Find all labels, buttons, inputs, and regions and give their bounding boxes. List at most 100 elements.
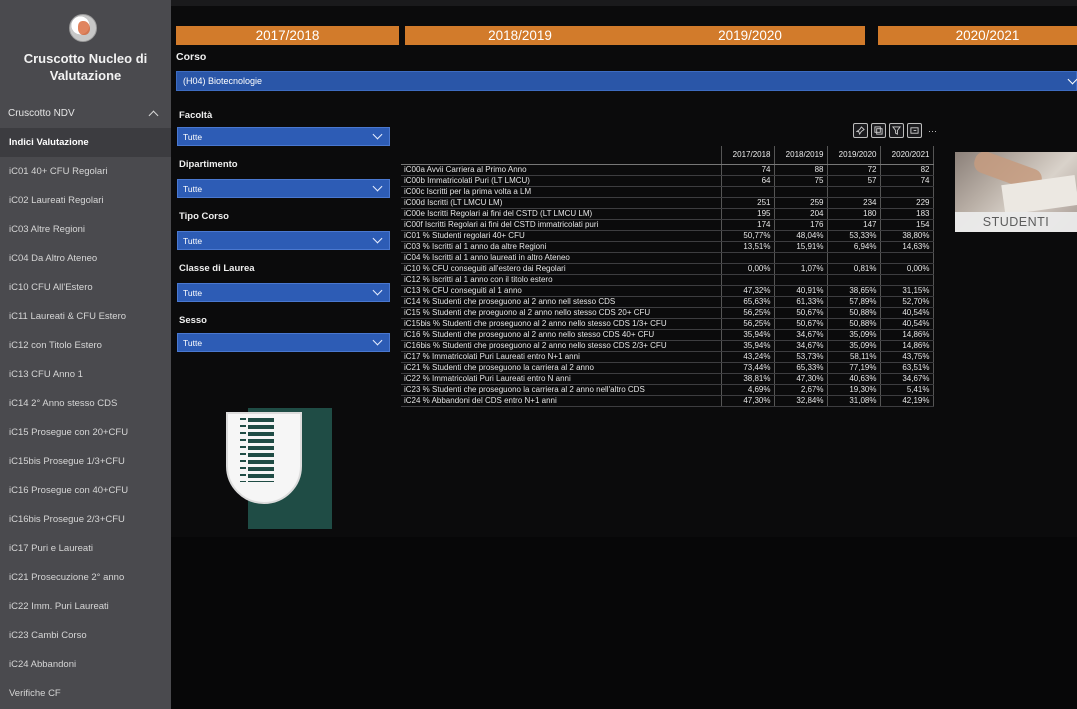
filter-icon[interactable]: [889, 123, 904, 138]
sidebar-section-cruscotto-ndv[interactable]: Cruscotto NDV: [0, 103, 171, 123]
table-cell: 34,67%: [774, 340, 828, 352]
table-cell: 6,94%: [827, 241, 881, 253]
table-cell: 50,67%: [774, 307, 828, 319]
table-cell: [721, 186, 775, 198]
studenti-image[interactable]: STUDENTI: [955, 152, 1077, 232]
table-header-2017-2018[interactable]: 2017/2018: [721, 146, 775, 165]
year-header-2017-2018[interactable]: 2017/2018: [176, 26, 399, 45]
table-cell: 50,88%: [827, 318, 881, 330]
sidebar-item-label: iC21 Prosecuzione 2° anno: [9, 572, 125, 583]
table-row[interactable]: iC04 % Iscritti al 1 anno laureati in al…: [401, 252, 934, 264]
sidebar-item[interactable]: iC03 Altre Regioni: [0, 215, 171, 244]
pin-icon[interactable]: [853, 123, 868, 138]
sidebar-item[interactable]: iC12 con Titolo Estero: [0, 331, 171, 360]
year-header-2020-2021[interactable]: 2020/2021: [878, 26, 1077, 45]
table-row[interactable]: iC17 % Immatricolati Puri Laureati entro…: [401, 351, 934, 363]
table-header-2018-2019[interactable]: 2018/2019: [774, 146, 828, 165]
table-cell: 38,81%: [721, 373, 775, 385]
table-cell: 4,69%: [721, 384, 775, 396]
sidebar-item[interactable]: iC15 Prosegue con 20+CFU: [0, 418, 171, 447]
corso-dropdown[interactable]: (H04) Biotecnologie: [176, 71, 1077, 91]
table-row[interactable]: iC24 % Abbandoni del CDS entro N+1 anni 4…: [401, 395, 934, 407]
filter-facolta-dropdown[interactable]: Tutte: [177, 127, 390, 146]
sidebar-item-label: iC11 Laureati & CFU Estero: [9, 311, 127, 322]
sidebar-item[interactable]: iC21 Prosecuzione 2° anno: [0, 563, 171, 592]
table-row[interactable]: iC15bis % Studenti che proseguono al 2 a…: [401, 318, 934, 330]
chevron-down-icon: [372, 285, 383, 296]
sidebar-item[interactable]: iC11 Laureati & CFU Estero: [0, 302, 171, 331]
row-label: iC00c Iscritti per la prima volta a LM: [401, 186, 722, 198]
year-label: 2018/2019: [488, 28, 552, 43]
table-cell: 2,67%: [774, 384, 828, 396]
sidebar-item[interactable]: iC23 Cambi Corso: [0, 621, 171, 650]
sidebar-item[interactable]: iC16bis Prosegue 2/3+CFU: [0, 505, 171, 534]
row-label: iC00a Avvii Carriera al Primo Anno: [401, 164, 722, 176]
table-row[interactable]: iC00d Iscritti (LT LMCU LM) 251 259 234 229: [401, 197, 934, 209]
chevron-down-icon: [1067, 74, 1077, 85]
year-label: 2020/2021: [955, 28, 1020, 43]
table-row[interactable]: iC03 % Iscritti al 1 anno da altre Regio…: [401, 241, 934, 253]
table-cell: 0,00%: [880, 263, 934, 275]
table-cell: 14,86%: [880, 329, 934, 341]
table-header-2020-2021[interactable]: 2020/2021: [880, 146, 934, 165]
sidebar-item[interactable]: iC02 Laureati Regolari: [0, 186, 171, 215]
sidebar-item[interactable]: iC17 Puri e Laureati: [0, 534, 171, 563]
focus-icon[interactable]: [907, 123, 922, 138]
year-header-2018-2019[interactable]: 2018/2019: [405, 26, 635, 45]
table-row[interactable]: iC14 % Studenti che proseguono al 2 anno…: [401, 296, 934, 308]
filter-tipo-corso-dropdown[interactable]: Tutte: [177, 231, 390, 250]
filter-sesso-dropdown[interactable]: Tutte: [177, 333, 390, 352]
table-row[interactable]: iC23 % Studenti che proseguono la carrie…: [401, 384, 934, 396]
table-cell: [721, 252, 775, 264]
filter-classe-di-laurea-dropdown[interactable]: Tutte: [177, 283, 390, 302]
sidebar-item-label: iC17 Puri e Laureati: [9, 543, 93, 554]
table-row[interactable]: iC01 % Studenti regolari 40+ CFU 50,77% 48…: [401, 230, 934, 242]
table-cell: 57,89%: [827, 296, 881, 308]
copy-icon[interactable]: [871, 123, 886, 138]
table-row[interactable]: iC10 % CFU conseguiti all'estero dai Reg…: [401, 263, 934, 275]
table-row[interactable]: iC00c Iscritti per la prima volta a LM: [401, 186, 934, 198]
table-row[interactable]: iC16 % Studenti che proseguono al 2 anno…: [401, 329, 934, 341]
table-row[interactable]: iC00a Avvii Carriera al Primo Anno 74 88 72…: [401, 164, 934, 176]
more-icon[interactable]: ···: [925, 123, 940, 138]
table-row[interactable]: iC13 % CFU conseguiti al 1 anno 47,32% 40,…: [401, 285, 934, 297]
sidebar-item[interactable]: iC04 Da Altro Ateneo: [0, 244, 171, 273]
table-row[interactable]: iC00f Iscritti Regolari ai fini del CSTD…: [401, 219, 934, 231]
sidebar-item-label: iC23 Cambi Corso: [9, 630, 87, 641]
chevron-down-icon: [372, 129, 383, 140]
table-cell: 53,33%: [827, 230, 881, 242]
sidebar-item[interactable]: iC16 Prosegue con 40+CFU: [0, 476, 171, 505]
filter-dipartimento-dropdown[interactable]: Tutte: [177, 179, 390, 198]
filter-value: Tutte: [183, 131, 203, 142]
table-header-2019-2020[interactable]: 2019/2020: [827, 146, 881, 165]
filter-value: Tutte: [183, 183, 203, 194]
table-row[interactable]: iC15 % Studenti che proeguono al 2 anno …: [401, 307, 934, 319]
filter-value: Tutte: [183, 235, 203, 246]
table-cell: 43,75%: [880, 351, 934, 363]
sidebar-item[interactable]: iC15bis Prosegue 1/3+CFU: [0, 447, 171, 476]
table-row[interactable]: iC21 % Studenti che proseguono la carrie…: [401, 362, 934, 374]
table-cell: 183: [880, 208, 934, 220]
table-row[interactable]: iC22 % Immatricolati Puri Laureati entro…: [401, 373, 934, 385]
table-row[interactable]: iC00e Iscritti Regolari ai fini del CSTD…: [401, 208, 934, 220]
year-header-2019-2020[interactable]: 2019/2020: [635, 26, 865, 45]
row-label: iC21 % Studenti che proseguono la carrie…: [401, 362, 722, 374]
table-row[interactable]: iC16bis % Studenti che proseguono al 2 a…: [401, 340, 934, 352]
table-row[interactable]: iC00b Immatricolati Puri (LT LMCU) 64 75 57…: [401, 175, 934, 187]
sidebar-item[interactable]: iC01 40+ CFU Regolari: [0, 157, 171, 186]
table-cell: 154: [880, 219, 934, 231]
sidebar-item[interactable]: iC24 Abbandoni: [0, 650, 171, 679]
sidebar-item[interactable]: iC14 2° Anno stesso CDS: [0, 389, 171, 418]
sidebar-item[interactable]: Verifiche CF: [0, 679, 171, 708]
table-cell: 31,08%: [827, 395, 881, 407]
filter-value: Tutte: [183, 337, 203, 348]
sidebar-item[interactable]: iC22 Imm. Puri Laureati: [0, 592, 171, 621]
table-cell: 1,07%: [774, 263, 828, 275]
table-row[interactable]: iC12 % Iscritti al 1 anno con il titolo …: [401, 274, 934, 286]
report-canvas-bottom: [171, 537, 1077, 709]
filter-label-sesso: Sesso: [179, 315, 207, 326]
sidebar-item[interactable]: Indici Valutazione: [0, 128, 171, 157]
indicators-table: 2017/2018 2018/2019 2019/2020 2020/2021 …: [401, 146, 934, 407]
sidebar-item[interactable]: iC13 CFU Anno 1: [0, 360, 171, 389]
sidebar-item[interactable]: iC10 CFU All'Estero: [0, 273, 171, 302]
